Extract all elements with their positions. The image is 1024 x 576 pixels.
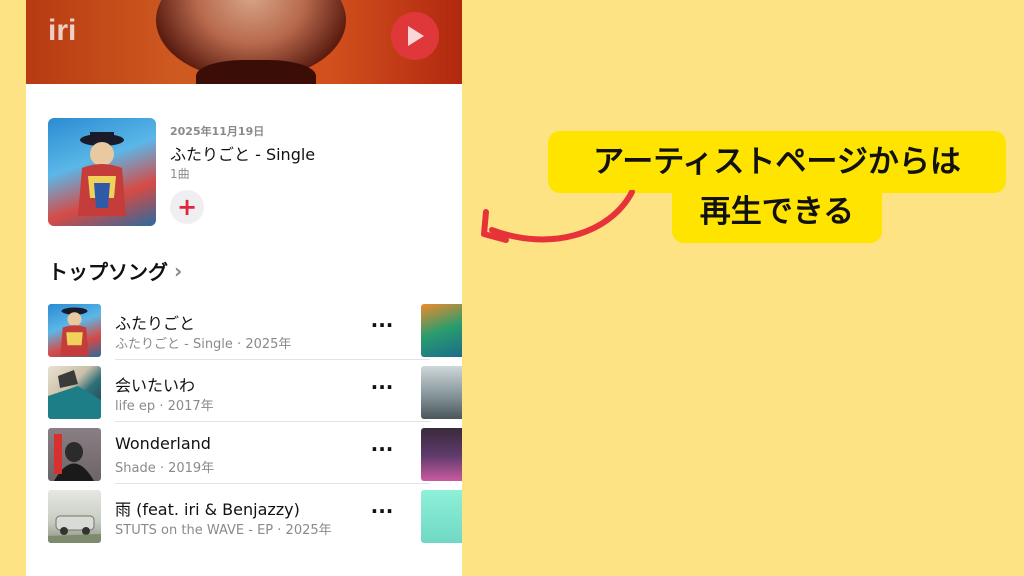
more-options-button[interactable]: ··· [370,377,394,402]
row-divider [115,421,430,422]
track-count: 1曲 [170,167,190,181]
song-artwork[interactable] [421,304,462,357]
more-options-button[interactable]: ··· [370,315,394,340]
artwork-shapes [48,515,101,543]
song-artwork [48,304,101,357]
play-button[interactable] [391,12,439,60]
song-subtitle: STUTS on the WAVE - EP · 2025年 [115,523,332,538]
song-title: 雨 (feat. iri & Benjazzy) [115,500,300,519]
song-title: Wonderland [115,434,211,453]
song-subtitle: life ep · 2017年 [115,399,214,414]
add-to-library-button[interactable]: + [170,190,204,224]
song-row[interactable]: 会いたいわ life ep · 2017年 ··· [48,364,430,422]
play-icon [408,26,424,46]
top-songs-heading[interactable]: トップソング › [48,256,182,285]
song-artwork [48,490,101,543]
song-artwork [48,428,101,481]
arrow-icon [481,190,635,243]
song-artwork [48,366,101,419]
song-artwork[interactable] [421,366,462,419]
song-row[interactable]: ふたりごと ふたりごと - Single · 2025年 ··· [48,302,430,360]
artwork-shapes [54,434,94,481]
song-row[interactable]: Wonderland Shade · 2019年 ··· [48,426,430,484]
artwork-figure-illustration [78,132,126,216]
latest-release-artwork[interactable] [48,118,156,226]
top-songs-title: トップソング [48,260,168,284]
annotation-callout-line2: 再生できる [672,181,882,243]
song-title: ふたりごと [115,314,196,333]
song-row[interactable]: 雨 (feat. iri & Benjazzy) STUTS on the WA… [48,488,408,546]
artist-header: iri [26,0,462,84]
song-title: 会いたいわ [115,376,196,395]
row-divider [115,359,430,360]
more-options-button[interactable]: ··· [370,439,394,464]
chevron-right-icon: › [174,258,183,283]
release-date: 2025年11月19日 [170,125,265,138]
artwork-shapes [48,370,101,419]
release-title[interactable]: ふたりごと - Single [170,141,430,165]
row-divider [115,483,430,484]
song-artwork[interactable] [421,490,462,543]
song-subtitle: ふたりごと - Single · 2025年 [115,337,292,352]
song-subtitle: Shade · 2019年 [115,461,215,476]
music-app-screen: iri 2025年11月19日 ふたりごと - Single 1曲 + トップソ… [26,0,462,576]
more-options-button[interactable]: ··· [370,501,394,526]
artist-name: iri [48,14,77,47]
annotation-text-line2: 再生できる [699,193,855,230]
plus-icon: + [176,193,198,221]
artist-photo-shadow [196,60,316,84]
song-artwork[interactable] [421,428,462,481]
annotation-text-line1: アーティストページからは [593,143,961,180]
artwork-figure-illustration [60,307,89,356]
